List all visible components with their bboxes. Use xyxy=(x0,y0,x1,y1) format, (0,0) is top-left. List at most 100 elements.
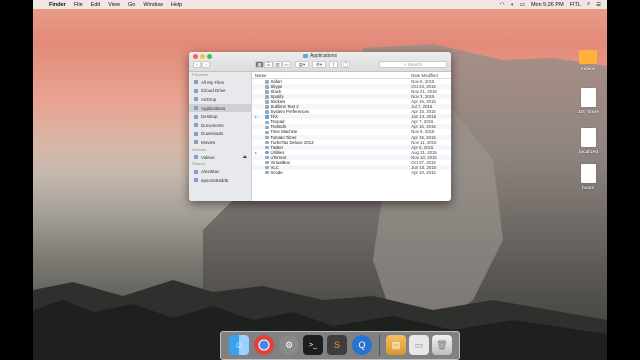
menu-file[interactable]: File xyxy=(74,2,83,8)
arrange-button[interactable]: ▤▾ xyxy=(295,61,309,68)
sidebar-item-label: iCloud Drive xyxy=(201,88,226,94)
sidebar-item-downloads[interactable]: Downloads xyxy=(189,130,251,139)
folder-icon xyxy=(303,53,309,58)
menu-help[interactable]: Help xyxy=(171,2,182,8)
downloads-stack-dock-icon[interactable]: ▤ xyxy=(386,335,406,355)
sidebar-item-label: Videos xyxy=(201,154,215,160)
documents-icon xyxy=(194,123,198,128)
desktop-icon-label: Videos xyxy=(580,66,596,71)
file-rows: Safari Nov 6, 2015 Skype Oct 23, 2015 Slack N… xyxy=(252,79,451,175)
action-gear-button[interactable]: ⚙▾ xyxy=(312,61,326,68)
date-modified-cell: Apr 10, 2015 xyxy=(411,169,436,175)
search-placeholder: Search xyxy=(407,62,423,67)
sidebar-item-videos[interactable]: Videos ⏏ xyxy=(189,153,251,162)
search-field[interactable]: ⌕ Search xyxy=(379,61,447,68)
file-list: Name Date Modified Safari Nov 6, 2015 Skyp… xyxy=(252,72,451,201)
sidebar-item-epson[interactable]: epson553dd6 xyxy=(189,176,251,185)
sidebar-item-desktop[interactable]: Desktop xyxy=(189,112,251,121)
all-files-icon xyxy=(194,80,198,85)
applications-icon xyxy=(194,106,198,111)
file-name-cell: Xcode xyxy=(252,170,411,175)
list-header: Name Date Modified xyxy=(252,72,451,79)
movies-icon xyxy=(194,140,198,145)
menu-go[interactable]: Go xyxy=(128,2,135,8)
sidebar-item-label: Documents xyxy=(201,122,224,128)
sidebar-item-label: AirDrop xyxy=(201,96,217,102)
quicktime-dock-icon[interactable]: Q xyxy=(352,335,372,355)
file-icon xyxy=(580,164,596,183)
system-preferences-dock-icon[interactable]: ⚙ xyxy=(279,335,299,355)
finder-window: Applications ‹ › ▦ ☰ ▥ ▭ ▤▾ ⚙▾ ⇪ ◯ ⌕ Sea… xyxy=(189,52,451,201)
desktop-icon-hosts[interactable]: hosts xyxy=(571,164,605,190)
sublime-text-dock-icon[interactable]: S xyxy=(327,335,347,355)
sidebar-item-label: Desktop xyxy=(201,114,218,120)
volume-icon[interactable]: ◖ xyxy=(510,2,513,8)
file-name: Xcode xyxy=(270,169,283,175)
column-header-name[interactable]: Name xyxy=(252,73,411,78)
menu-window[interactable]: Window xyxy=(143,2,163,8)
file-icon xyxy=(580,128,596,147)
folder-icon xyxy=(579,50,597,64)
airdrop-icon xyxy=(194,97,198,102)
desktop-icon-ds-store[interactable]: .DS_Store xyxy=(571,88,605,114)
spotlight-icon[interactable]: ⌕ xyxy=(587,1,590,8)
terminal-dock-icon[interactable]: >_ xyxy=(303,335,323,355)
finder-dock-icon[interactable]: ☺ xyxy=(229,335,249,355)
forward-button[interactable]: › xyxy=(202,61,210,68)
view-list-button[interactable]: ☰ xyxy=(264,61,273,68)
desktop-icon-localized[interactable]: .localized xyxy=(571,128,605,154)
sidebar-item-aleximac[interactable]: AlexiMac xyxy=(189,167,251,176)
sidebar-item-airdrop[interactable]: AirDrop xyxy=(189,95,251,104)
view-coverflow-button[interactable]: ▭ xyxy=(282,61,291,68)
sidebar-item-icloud-drive[interactable]: iCloud Drive xyxy=(189,87,251,96)
sidebar-item-documents[interactable]: Documents xyxy=(189,121,251,130)
menu-bar: Finder File Edit View Go Window Help ◠ ◖… xyxy=(33,0,607,9)
eject-icon[interactable]: ⏏ xyxy=(243,154,247,160)
notification-center-icon[interactable]: ☰ xyxy=(596,2,601,8)
sidebar-item-label: All My Files xyxy=(201,79,225,85)
menu-edit[interactable]: Edit xyxy=(91,2,100,8)
desktop-icon xyxy=(194,114,198,119)
desktop-icon-label: .DS_Store xyxy=(577,109,599,114)
file-icon xyxy=(580,88,596,107)
user-menu[interactable]: FITL xyxy=(570,2,581,8)
menu-app-finder[interactable]: Finder xyxy=(49,2,66,8)
window-title: Applications xyxy=(189,53,451,59)
sidebar-item-label: Movies xyxy=(201,139,216,145)
cloud-icon xyxy=(194,88,198,93)
column-header-date-modified[interactable]: Date Modified xyxy=(411,73,451,78)
sidebar-item-applications[interactable]: Applications xyxy=(189,103,251,113)
drive-icon xyxy=(194,155,198,160)
downloads-icon xyxy=(194,131,198,136)
clock[interactable]: Mon 5:26 PM xyxy=(531,2,564,8)
view-icon-button[interactable]: ▦ xyxy=(255,61,264,68)
printer-icon xyxy=(194,178,198,183)
view-column-button[interactable]: ▥ xyxy=(273,61,282,68)
sidebar-item-label: epson553dd6 xyxy=(201,177,229,183)
menu-view[interactable]: View xyxy=(108,2,120,8)
dock: ☺ ⚙ >_ S Q ▤ ▭ 🗑 xyxy=(220,331,460,360)
chrome-dock-icon[interactable] xyxy=(254,335,274,355)
sidebar: Favorites All My Files iCloud Drive AirD… xyxy=(189,72,252,201)
desktop-icon-label: .localized xyxy=(577,149,599,154)
desktop-icon-videos[interactable]: Videos xyxy=(571,50,605,71)
battery-icon[interactable]: ▭ xyxy=(520,2,525,8)
title-bar[interactable]: Applications ‹ › ▦ ☰ ▥ ▭ ▤▾ ⚙▾ ⇪ ◯ ⌕ Sea… xyxy=(189,52,451,72)
desktop: Finder File Edit View Go Window Help ◠ ◖… xyxy=(33,0,607,360)
computer-icon xyxy=(194,169,198,174)
share-button[interactable]: ⇪ xyxy=(329,61,338,68)
dock-divider xyxy=(379,335,380,356)
sidebar-item-label: Downloads xyxy=(201,131,224,137)
documents-stack-dock-icon[interactable]: ▭ xyxy=(409,335,429,355)
wifi-icon[interactable]: ◠ xyxy=(500,2,505,8)
app-icon xyxy=(265,170,269,175)
sidebar-item-label: Applications xyxy=(201,105,226,111)
sidebar-item-movies[interactable]: Movies xyxy=(189,138,251,147)
list-item[interactable]: Xcode Apr 10, 2015 xyxy=(252,170,451,175)
sidebar-item-label: AlexiMac xyxy=(201,169,220,175)
desktop-icon-label: hosts xyxy=(581,185,594,190)
back-button[interactable]: ‹ xyxy=(193,61,201,68)
trash-dock-icon[interactable]: 🗑 xyxy=(432,335,452,355)
sidebar-item-all-my-files[interactable]: All My Files xyxy=(189,78,251,87)
tags-button[interactable]: ◯ xyxy=(341,61,350,68)
